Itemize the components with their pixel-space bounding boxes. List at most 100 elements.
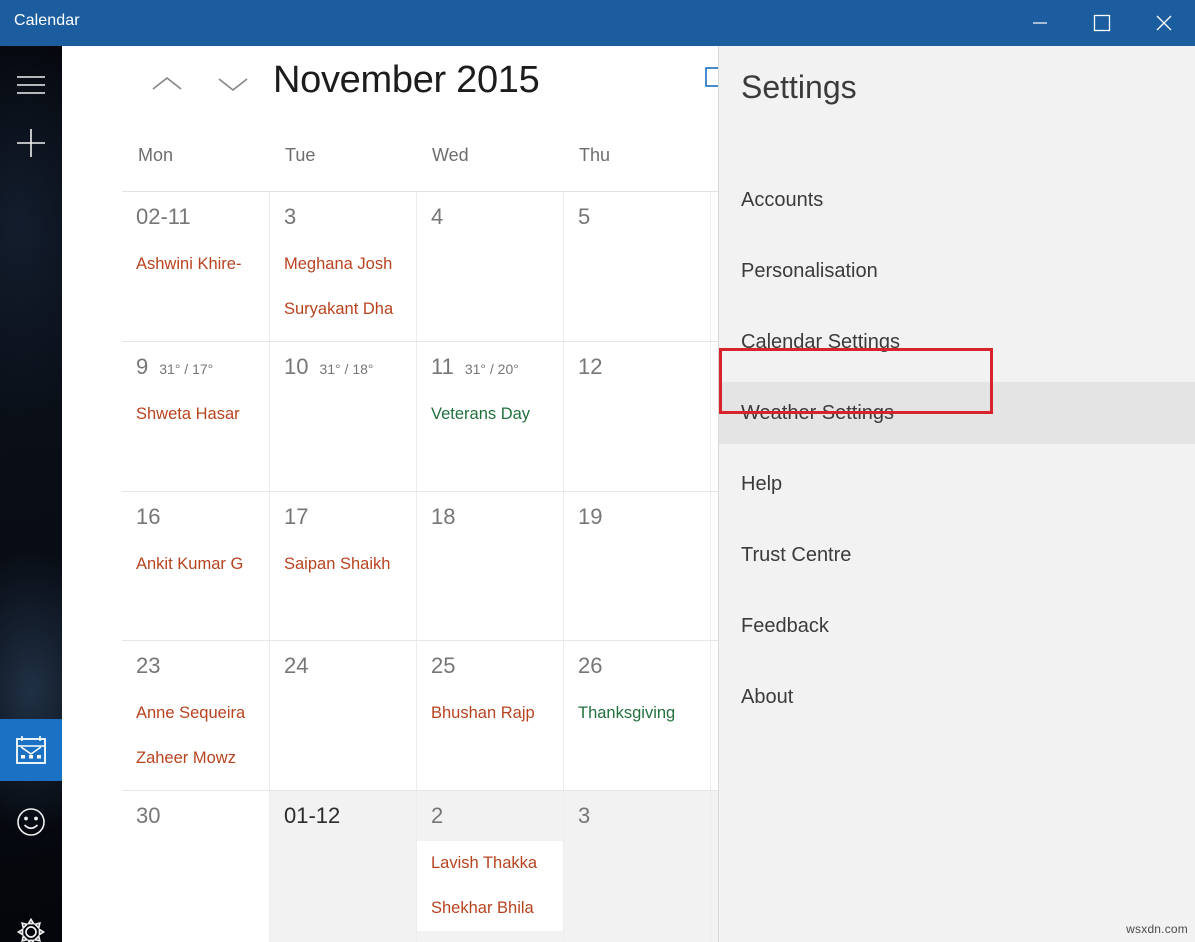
day-header: 16 [136, 504, 160, 530]
settings-item-feedback[interactable]: Feedback [719, 595, 1195, 657]
day-number: 02-11 [136, 204, 191, 230]
day-events: Ashwini Khire- [122, 242, 269, 287]
day-header: 23 [136, 653, 160, 679]
close-button[interactable] [1133, 0, 1195, 46]
day-events: Saipan Shaikh [270, 542, 416, 587]
weekday-label: Wed [432, 145, 469, 166]
calendar-day-cell[interactable]: 10 31° / 18° [269, 342, 416, 491]
settings-item-help[interactable]: Help [719, 453, 1195, 515]
day-temperature: 31° / 17° [159, 361, 213, 377]
maximize-button[interactable] [1071, 0, 1133, 46]
calendar-event[interactable]: Shweta Hasar [122, 392, 269, 437]
chevron-down-icon [213, 73, 253, 95]
day-number: 01-12 [284, 803, 340, 829]
settings-item-trust-centre[interactable]: Trust Centre [719, 524, 1195, 586]
day-header: 12 [578, 354, 602, 380]
settings-item-personalisation[interactable]: Personalisation [719, 240, 1195, 302]
calendar-event[interactable]: Suryakant Dha [270, 287, 416, 332]
minimize-button[interactable] [1009, 0, 1071, 46]
day-number: 2 [431, 803, 443, 829]
plus-icon[interactable] [0, 112, 62, 174]
page-title[interactable]: November 2015 [273, 59, 539, 102]
day-header: 10 31° / 18° [284, 354, 374, 380]
day-number: 3 [284, 204, 296, 230]
settings-item-calendar-settings[interactable]: Calendar Settings [719, 311, 1195, 373]
day-header: 30 [136, 803, 160, 829]
calendar-day-cell[interactable]: 19 [563, 492, 710, 640]
calendar-icon [15, 735, 47, 765]
calendar-day-cell[interactable]: 3 [563, 791, 710, 942]
calendar-event[interactable]: Meghana Josh [270, 242, 416, 287]
day-header: 01-12 [284, 803, 340, 829]
calendar-day-cell[interactable]: 17 Saipan Shaikh [269, 492, 416, 640]
calendar-day-cell[interactable]: 1131° / 20°Veterans Day [416, 342, 563, 491]
calendar-day-cell[interactable]: 18 [416, 492, 563, 640]
calendar-day-cell[interactable]: 30 [122, 791, 269, 942]
calendar-day-cell[interactable]: 02-11 Ashwini Khire- [122, 192, 269, 341]
sidebar-item-settings[interactable] [0, 901, 62, 942]
day-number: 25 [431, 653, 455, 679]
day-number: 4 [431, 204, 443, 230]
day-events: Anne SequeiraZaheer Mowz [122, 691, 269, 781]
day-number: 16 [136, 504, 160, 530]
calendar-day-cell[interactable]: 16 Ankit Kumar G [122, 492, 269, 640]
calendar-day-cell[interactable]: 9 31° / 17° Shweta Hasar [122, 342, 269, 491]
day-header: 2 [431, 803, 443, 829]
weekday-label: Tue [285, 145, 315, 166]
day-events: Thanksgiving [564, 691, 710, 736]
calendar-event[interactable]: Thanksgiving [564, 691, 710, 736]
watermark: wsxdn.com [1126, 922, 1188, 936]
day-number: 24 [284, 653, 308, 679]
day-events: Lavish ThakkaShekhar Bhila [417, 841, 563, 931]
calendar-event[interactable]: Ashwini Khire- [122, 242, 269, 287]
day-header: 3 [284, 204, 296, 230]
hamburger-menu-icon[interactable] [0, 54, 62, 116]
day-number: 11 [431, 354, 454, 380]
calendar-day-cell[interactable]: 3 Meghana JoshSuryakant Dha [269, 192, 416, 341]
day-header: 9 31° / 17° [136, 354, 213, 380]
next-month-button[interactable] [204, 58, 262, 110]
settings-item-accounts[interactable]: Accounts [719, 169, 1195, 231]
calendar-event[interactable]: Anne Sequeira [122, 691, 269, 736]
calendar-day-cell[interactable]: 24 [269, 641, 416, 790]
calendar-day-cell[interactable]: 12 [563, 342, 710, 491]
day-events: Veterans Day [417, 392, 563, 437]
day-temperature: 31° / 18° [319, 361, 373, 377]
calendar-event[interactable]: Zaheer Mowz [122, 736, 269, 781]
gear-icon [15, 916, 47, 942]
calendar-event[interactable]: Veterans Day [417, 392, 563, 437]
day-header: 4 [431, 204, 443, 230]
day-number: 5 [578, 204, 590, 230]
settings-panel: Settings Accounts Personalisation Calendar… [718, 46, 1195, 942]
sidebar-item-calendar[interactable] [0, 719, 62, 781]
day-number: 9 [136, 354, 148, 380]
calendar-day-cell[interactable]: 4 [416, 192, 563, 341]
day-number: 30 [136, 803, 160, 829]
day-number: 19 [578, 504, 602, 530]
day-events: Shweta Hasar [122, 392, 269, 437]
sidebar-item-people[interactable] [0, 791, 62, 853]
calendar-day-cell[interactable]: 01-12 [269, 791, 416, 942]
settings-item-weather-settings[interactable]: Weather Settings [719, 382, 1195, 444]
calendar-day-cell[interactable]: 26Thanksgiving [563, 641, 710, 790]
chevron-up-icon [147, 73, 187, 95]
day-number: 17 [284, 504, 308, 530]
day-header: 17 [284, 504, 308, 530]
calendar-day-cell[interactable]: 23 Anne SequeiraZaheer Mowz [122, 641, 269, 790]
day-number: 10 [284, 354, 308, 380]
calendar-day-cell[interactable]: 25 Bhushan Rajp [416, 641, 563, 790]
calendar-event[interactable]: Ankit Kumar G [122, 542, 269, 587]
day-header: 24 [284, 653, 308, 679]
weekday-label: Thu [579, 145, 610, 166]
previous-month-button[interactable] [138, 58, 196, 110]
calendar-event[interactable]: Bhushan Rajp [417, 691, 563, 736]
weekday-label: Mon [138, 145, 173, 166]
calendar-event[interactable]: Shekhar Bhila [417, 886, 563, 931]
calendar-day-cell[interactable]: 5 [563, 192, 710, 341]
settings-title: Settings [741, 69, 857, 106]
calendar-event[interactable]: Saipan Shaikh [270, 542, 416, 587]
app-title: Calendar [14, 12, 80, 30]
settings-item-about[interactable]: About [719, 666, 1195, 728]
calendar-event[interactable]: Lavish Thakka [417, 841, 563, 886]
calendar-day-cell[interactable]: 2 Lavish ThakkaShekhar Bhila [416, 791, 563, 942]
